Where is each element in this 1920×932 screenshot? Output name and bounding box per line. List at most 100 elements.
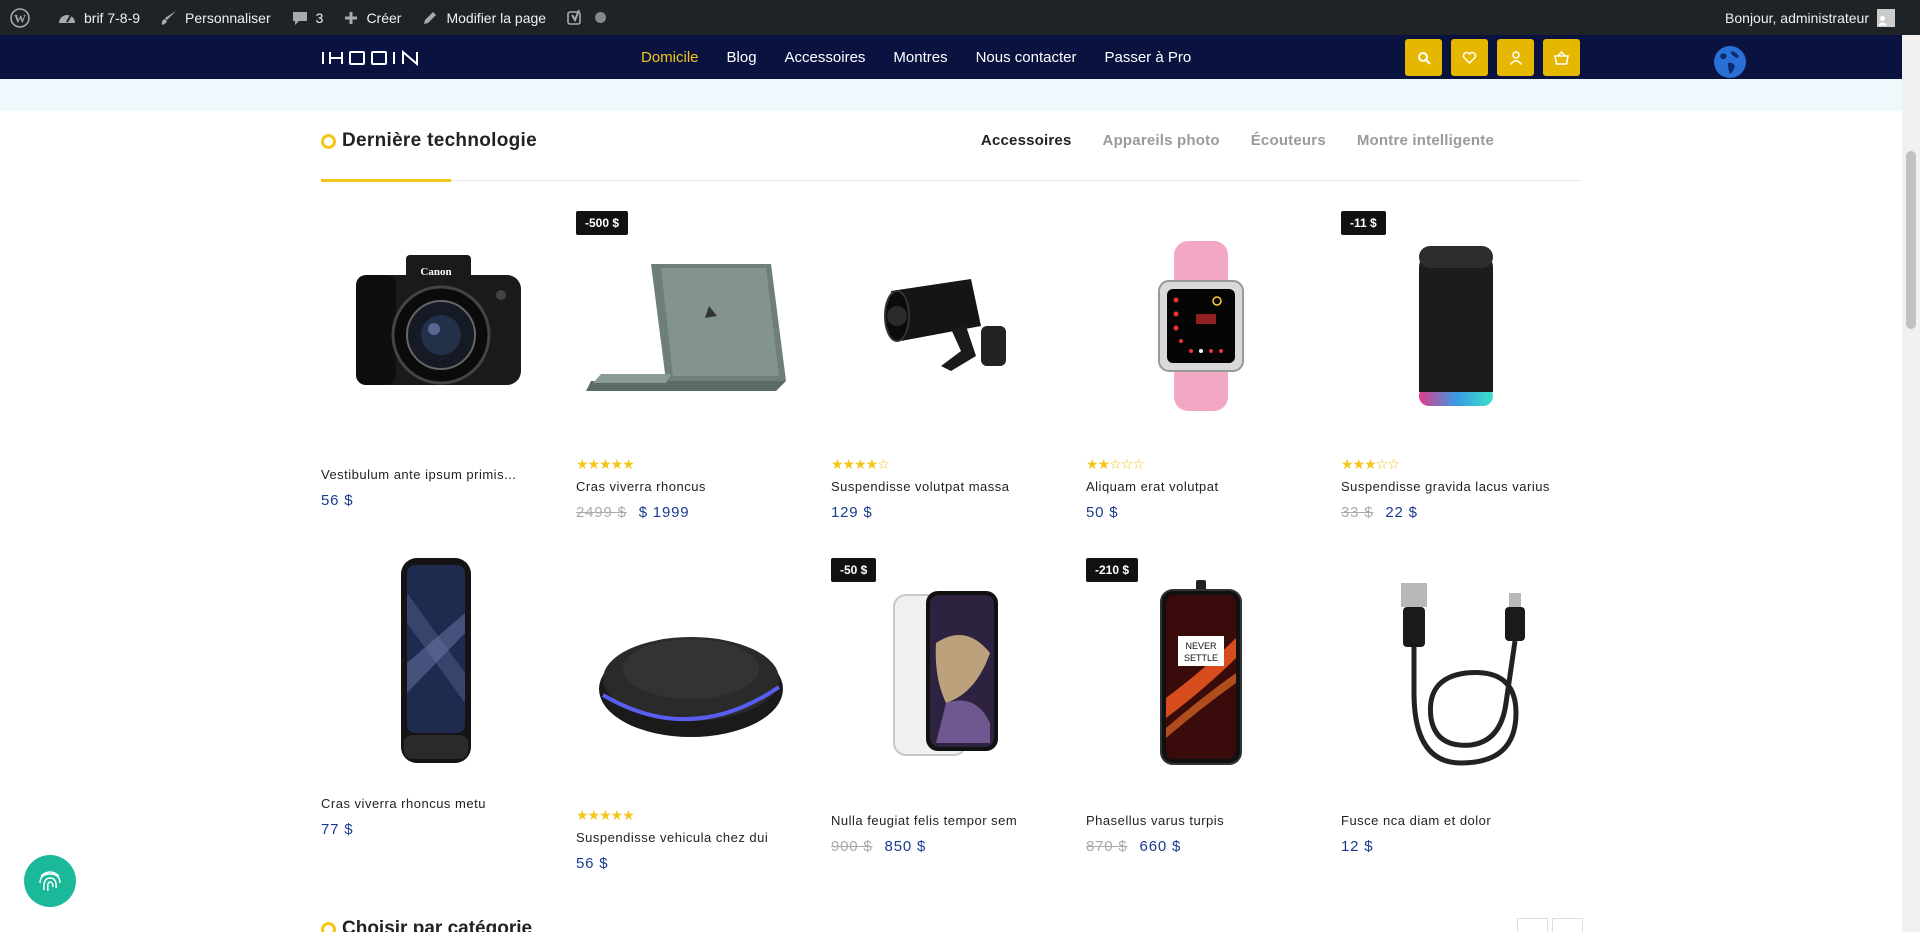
rating-stars: ★★★★☆ <box>831 456 890 472</box>
product-price: 50 $ <box>1086 504 1118 521</box>
product-image-smartwatch[interactable] <box>1086 211 1316 441</box>
nav-item-contact[interactable]: Nous contacter <box>976 49 1077 66</box>
cart-button[interactable] <box>1543 39 1580 76</box>
product-image-speaker[interactable] <box>1341 211 1571 441</box>
tab-smartwatch[interactable]: Montre intelligente <box>1357 132 1494 149</box>
product-name[interactable]: Aliquam erat volutpat <box>1086 479 1219 494</box>
nav-item-home[interactable]: Domicile <box>641 49 699 66</box>
product-name[interactable]: Nulla feugiat felis tempor sem <box>831 813 1017 828</box>
category-tabs: Accessoires Appareils photo Écouteurs Mo… <box>950 132 1494 149</box>
svg-text:Canon: Canon <box>420 266 451 278</box>
product-image-iphone[interactable] <box>831 558 1061 788</box>
price-old: 2499 $ <box>576 504 627 521</box>
rating-stars: ★★★☆☆ <box>1341 456 1400 472</box>
product-card[interactable]: -11 $ ★★★☆☆ Suspendisse gravida lacus va… <box>1341 211 1571 531</box>
basket-icon <box>1554 50 1569 65</box>
price-current: 50 $ <box>1086 504 1119 521</box>
nav-item-blog[interactable]: Blog <box>727 49 757 66</box>
next-section-title-text: Choisir par catégorie <box>342 918 533 932</box>
rating-stars: ★★★★★ <box>576 807 635 823</box>
price-current: 660 $ <box>1139 838 1182 855</box>
customize-link[interactable]: Personnaliser <box>150 0 281 35</box>
product-image-oneplus-phone[interactable]: NEVER SETTLE <box>1086 558 1316 788</box>
header-actions <box>1405 39 1589 76</box>
product-card[interactable]: Cras viverra rhoncus metu 77 $ <box>321 545 551 865</box>
yoast-icon <box>567 9 581 25</box>
rating-stars: ★★★★★ <box>576 456 635 472</box>
product-price: 56 $ <box>576 855 608 872</box>
security-camera-icon <box>884 279 1006 371</box>
fingerprint-icon[interactable] <box>24 855 76 907</box>
product-card[interactable]: ★★★★★ Suspendisse vehicula chez dui 56 $ <box>576 562 806 882</box>
tab-headphones[interactable]: Écouteurs <box>1251 132 1326 149</box>
prev-arrow-button[interactable] <box>1517 918 1548 932</box>
speaker-icon <box>1419 246 1493 406</box>
product-card[interactable]: Canon Vestibulum ante ipsum primis... 56… <box>321 200 551 520</box>
product-image-flip-phone[interactable] <box>321 545 551 775</box>
price-current: 850 $ <box>884 838 927 855</box>
tab-accessories[interactable]: Accessoires <box>981 132 1072 149</box>
product-price: 900 $ 850 $ <box>831 838 926 855</box>
section-title-text: Dernière technologie <box>342 130 537 151</box>
svg-text:NEVER: NEVER <box>1185 641 1217 651</box>
product-name[interactable]: Suspendisse volutpat massa <box>831 479 1009 494</box>
nav-item-watches[interactable]: Montres <box>893 49 947 66</box>
product-image-usb-cable[interactable] <box>1341 558 1571 788</box>
product-name[interactable]: Vestibulum ante ipsum primis... <box>321 467 516 482</box>
price-current: 129 $ <box>831 504 873 521</box>
wishlist-button[interactable] <box>1451 39 1488 76</box>
product-name[interactable]: Suspendisse vehicula chez dui <box>576 830 768 845</box>
product-name[interactable]: Phasellus varus turpis <box>1086 813 1224 828</box>
tab-cameras[interactable]: Appareils photo <box>1103 132 1220 149</box>
product-card[interactable]: -50 $ Nulla feugiat felis tempor sem 900… <box>831 558 1061 878</box>
my-account-menu[interactable]: Bonjour, administrateur <box>1715 0 1920 35</box>
product-image-camera[interactable]: Canon <box>321 200 551 430</box>
camera-icon: Canon <box>356 255 521 385</box>
product-image-security-camera[interactable] <box>831 211 1061 441</box>
carousel-arrows <box>1517 918 1587 932</box>
price-old: 900 $ <box>831 838 873 855</box>
circle-icon <box>321 921 336 932</box>
yoast-seo-menu[interactable] <box>556 0 616 35</box>
edit-page-link[interactable]: Modifier la page <box>411 0 556 35</box>
section-title: Dernière technologie <box>321 130 537 152</box>
scrollbar-thumb[interactable] <box>1906 151 1916 329</box>
flip-phone-icon <box>401 557 471 763</box>
price-old: 870 $ <box>1086 838 1128 855</box>
product-card[interactable]: -210 $ NEVER SETTLE Phasellus varus turp… <box>1086 558 1316 878</box>
product-price: 129 $ <box>831 504 873 521</box>
product-card[interactable]: ★★☆☆☆ Aliquam erat volutpat 50 $ <box>1086 211 1316 531</box>
product-image-wireless-charger[interactable] <box>576 562 806 792</box>
site-name-menu[interactable]: brif 7-8-9 <box>47 0 150 35</box>
product-card[interactable]: ★★★★☆ Suspendisse volutpat massa 129 $ <box>831 211 1061 531</box>
product-name[interactable]: Fusce nca diam et dolor <box>1341 813 1491 828</box>
site-logo[interactable] <box>321 48 425 68</box>
product-card[interactable]: -500 $ ★★★★★ Cras viverra rhoncus 2499 $… <box>576 211 806 531</box>
user-icon <box>1509 50 1522 65</box>
rating-stars: ★★☆☆☆ <box>1086 456 1145 472</box>
next-arrow-button[interactable] <box>1552 918 1583 932</box>
page-scrollbar[interactable] <box>1902 35 1920 932</box>
product-name[interactable]: Cras viverra rhoncus <box>576 479 706 494</box>
admin-bar: W brif 7-8-9 Personnaliser 3 Créer Modif… <box>0 0 1920 35</box>
discount-badge: -11 $ <box>1341 211 1386 235</box>
product-price: 12 $ <box>1341 838 1373 855</box>
product-card[interactable]: Fusce nca diam et dolor 12 $ <box>1341 558 1571 878</box>
svg-text:SETTLE: SETTLE <box>1184 653 1218 663</box>
account-button[interactable] <box>1497 39 1534 76</box>
product-image-laptop[interactable] <box>576 211 806 441</box>
nav-item-upgrade-pro[interactable]: Passer à Pro <box>1104 49 1191 66</box>
comments-count: 3 <box>315 9 324 26</box>
section-header: Dernière technologie Accessoires Apparei… <box>321 111 1582 182</box>
search-button[interactable] <box>1405 39 1442 76</box>
product-name[interactable]: Suspendisse gravida lacus varius <box>1341 479 1550 494</box>
discount-badge: -500 $ <box>576 211 629 235</box>
next-section-title: Choisir par catégorie <box>321 918 532 932</box>
nav-item-accessories[interactable]: Accessoires <box>785 49 866 66</box>
wordpress-logo-icon[interactable]: W <box>0 0 47 35</box>
smartphone-icon: NEVER SETTLE <box>1160 580 1242 765</box>
comments-link[interactable]: 3 <box>281 0 334 35</box>
price-old: 33 $ <box>1341 504 1374 521</box>
product-name[interactable]: Cras viverra rhoncus metu <box>321 796 486 811</box>
new-content-link[interactable]: Créer <box>333 0 411 35</box>
